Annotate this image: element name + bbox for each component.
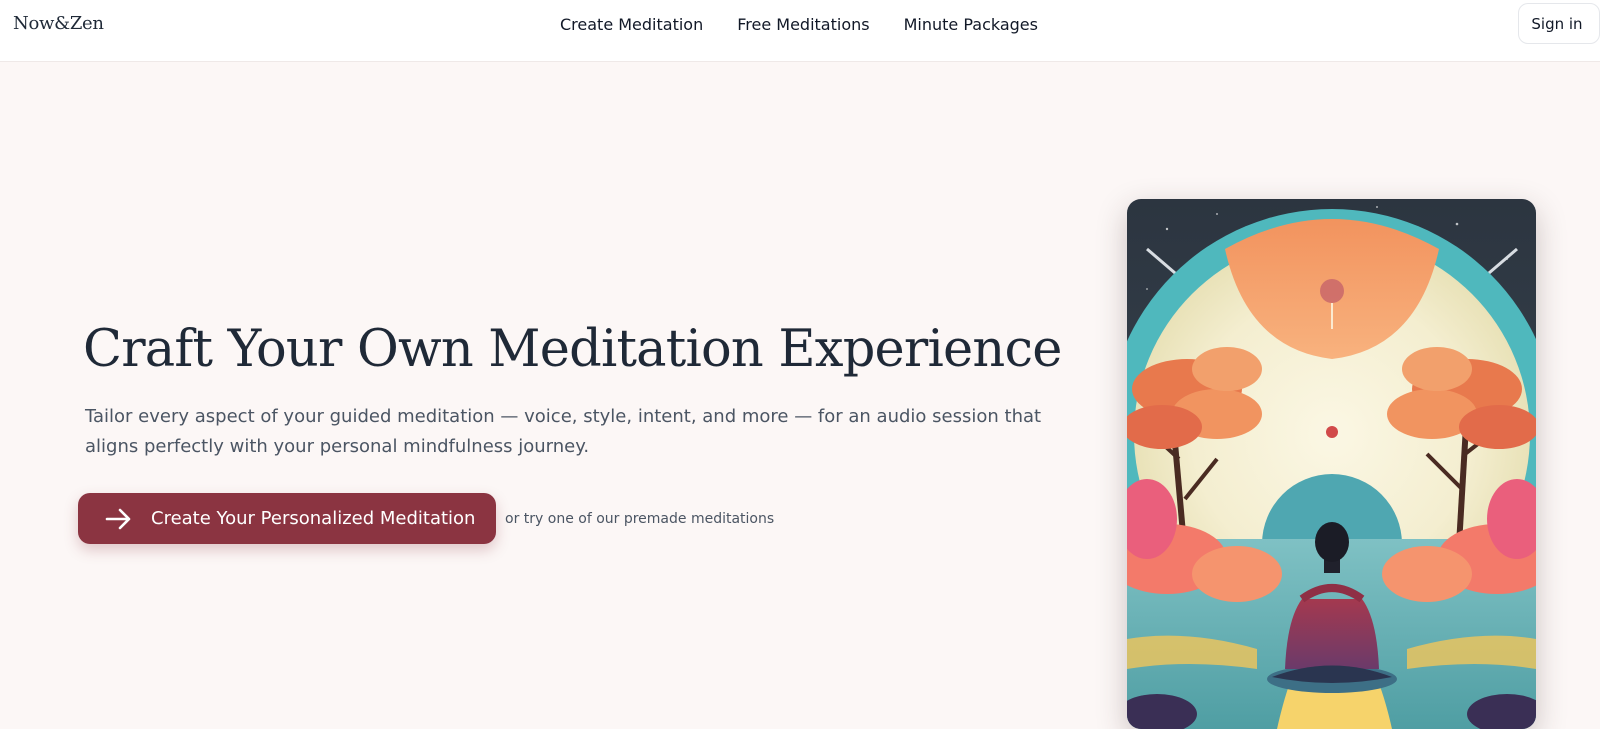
sign-in-button[interactable]: Sign in	[1518, 3, 1600, 44]
cta-label: Create Your Personalized Meditation	[151, 508, 476, 529]
top-navigation-bar: Now&Zen Create Meditation Free Meditatio…	[0, 0, 1600, 62]
meditating-person-illustration	[1127, 199, 1536, 729]
hero-subtitle: Tailor every aspect of your guided medit…	[85, 406, 1042, 457]
arrow-right-icon	[104, 504, 134, 534]
brand-logo[interactable]: Now&Zen	[13, 13, 104, 34]
create-meditation-cta-button[interactable]: Create Your Personalized Meditation	[78, 493, 496, 544]
nav-link-free-meditations[interactable]: Free Meditations	[737, 14, 869, 36]
nav-link-minute-packages[interactable]: Minute Packages	[904, 14, 1038, 36]
hero-title: Craft Your Own Meditation Experience	[83, 320, 1062, 379]
nav-link-create-meditation[interactable]: Create Meditation	[560, 14, 703, 36]
premade-meditations-link[interactable]: or try one of our premade meditations	[505, 511, 774, 527]
main-nav: Create Meditation Free Meditations Minut…	[560, 14, 1038, 36]
